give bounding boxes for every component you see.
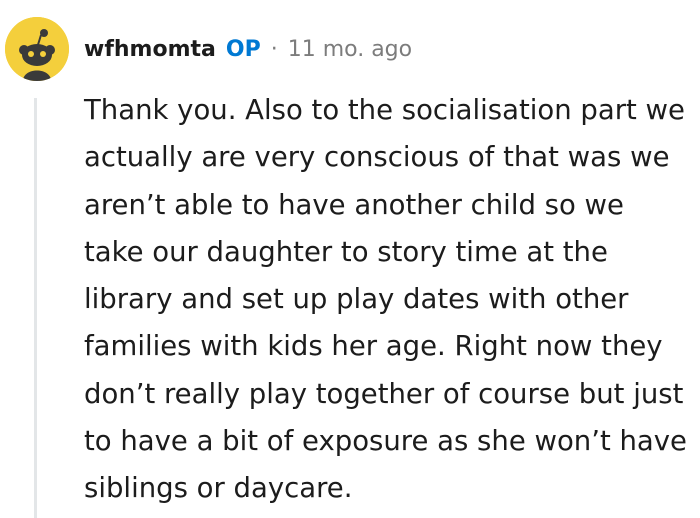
comment-body: Thank you. Also to the socialisation par…: [84, 94, 687, 505]
username-link[interactable]: wfhmomta: [84, 37, 216, 62]
thread-collapse-line[interactable]: [34, 98, 37, 518]
snoo-avatar-icon: [5, 17, 69, 81]
comment-timestamp[interactable]: 11 mo. ago: [288, 37, 412, 62]
op-badge: OP: [225, 36, 261, 62]
user-avatar[interactable]: [5, 17, 69, 81]
comment: wfhmomta OP · 11 mo. ago Thank you. Also…: [0, 0, 700, 518]
comment-header: wfhmomta OP · 11 mo. ago: [84, 30, 412, 68]
meta-separator: ·: [270, 36, 278, 62]
